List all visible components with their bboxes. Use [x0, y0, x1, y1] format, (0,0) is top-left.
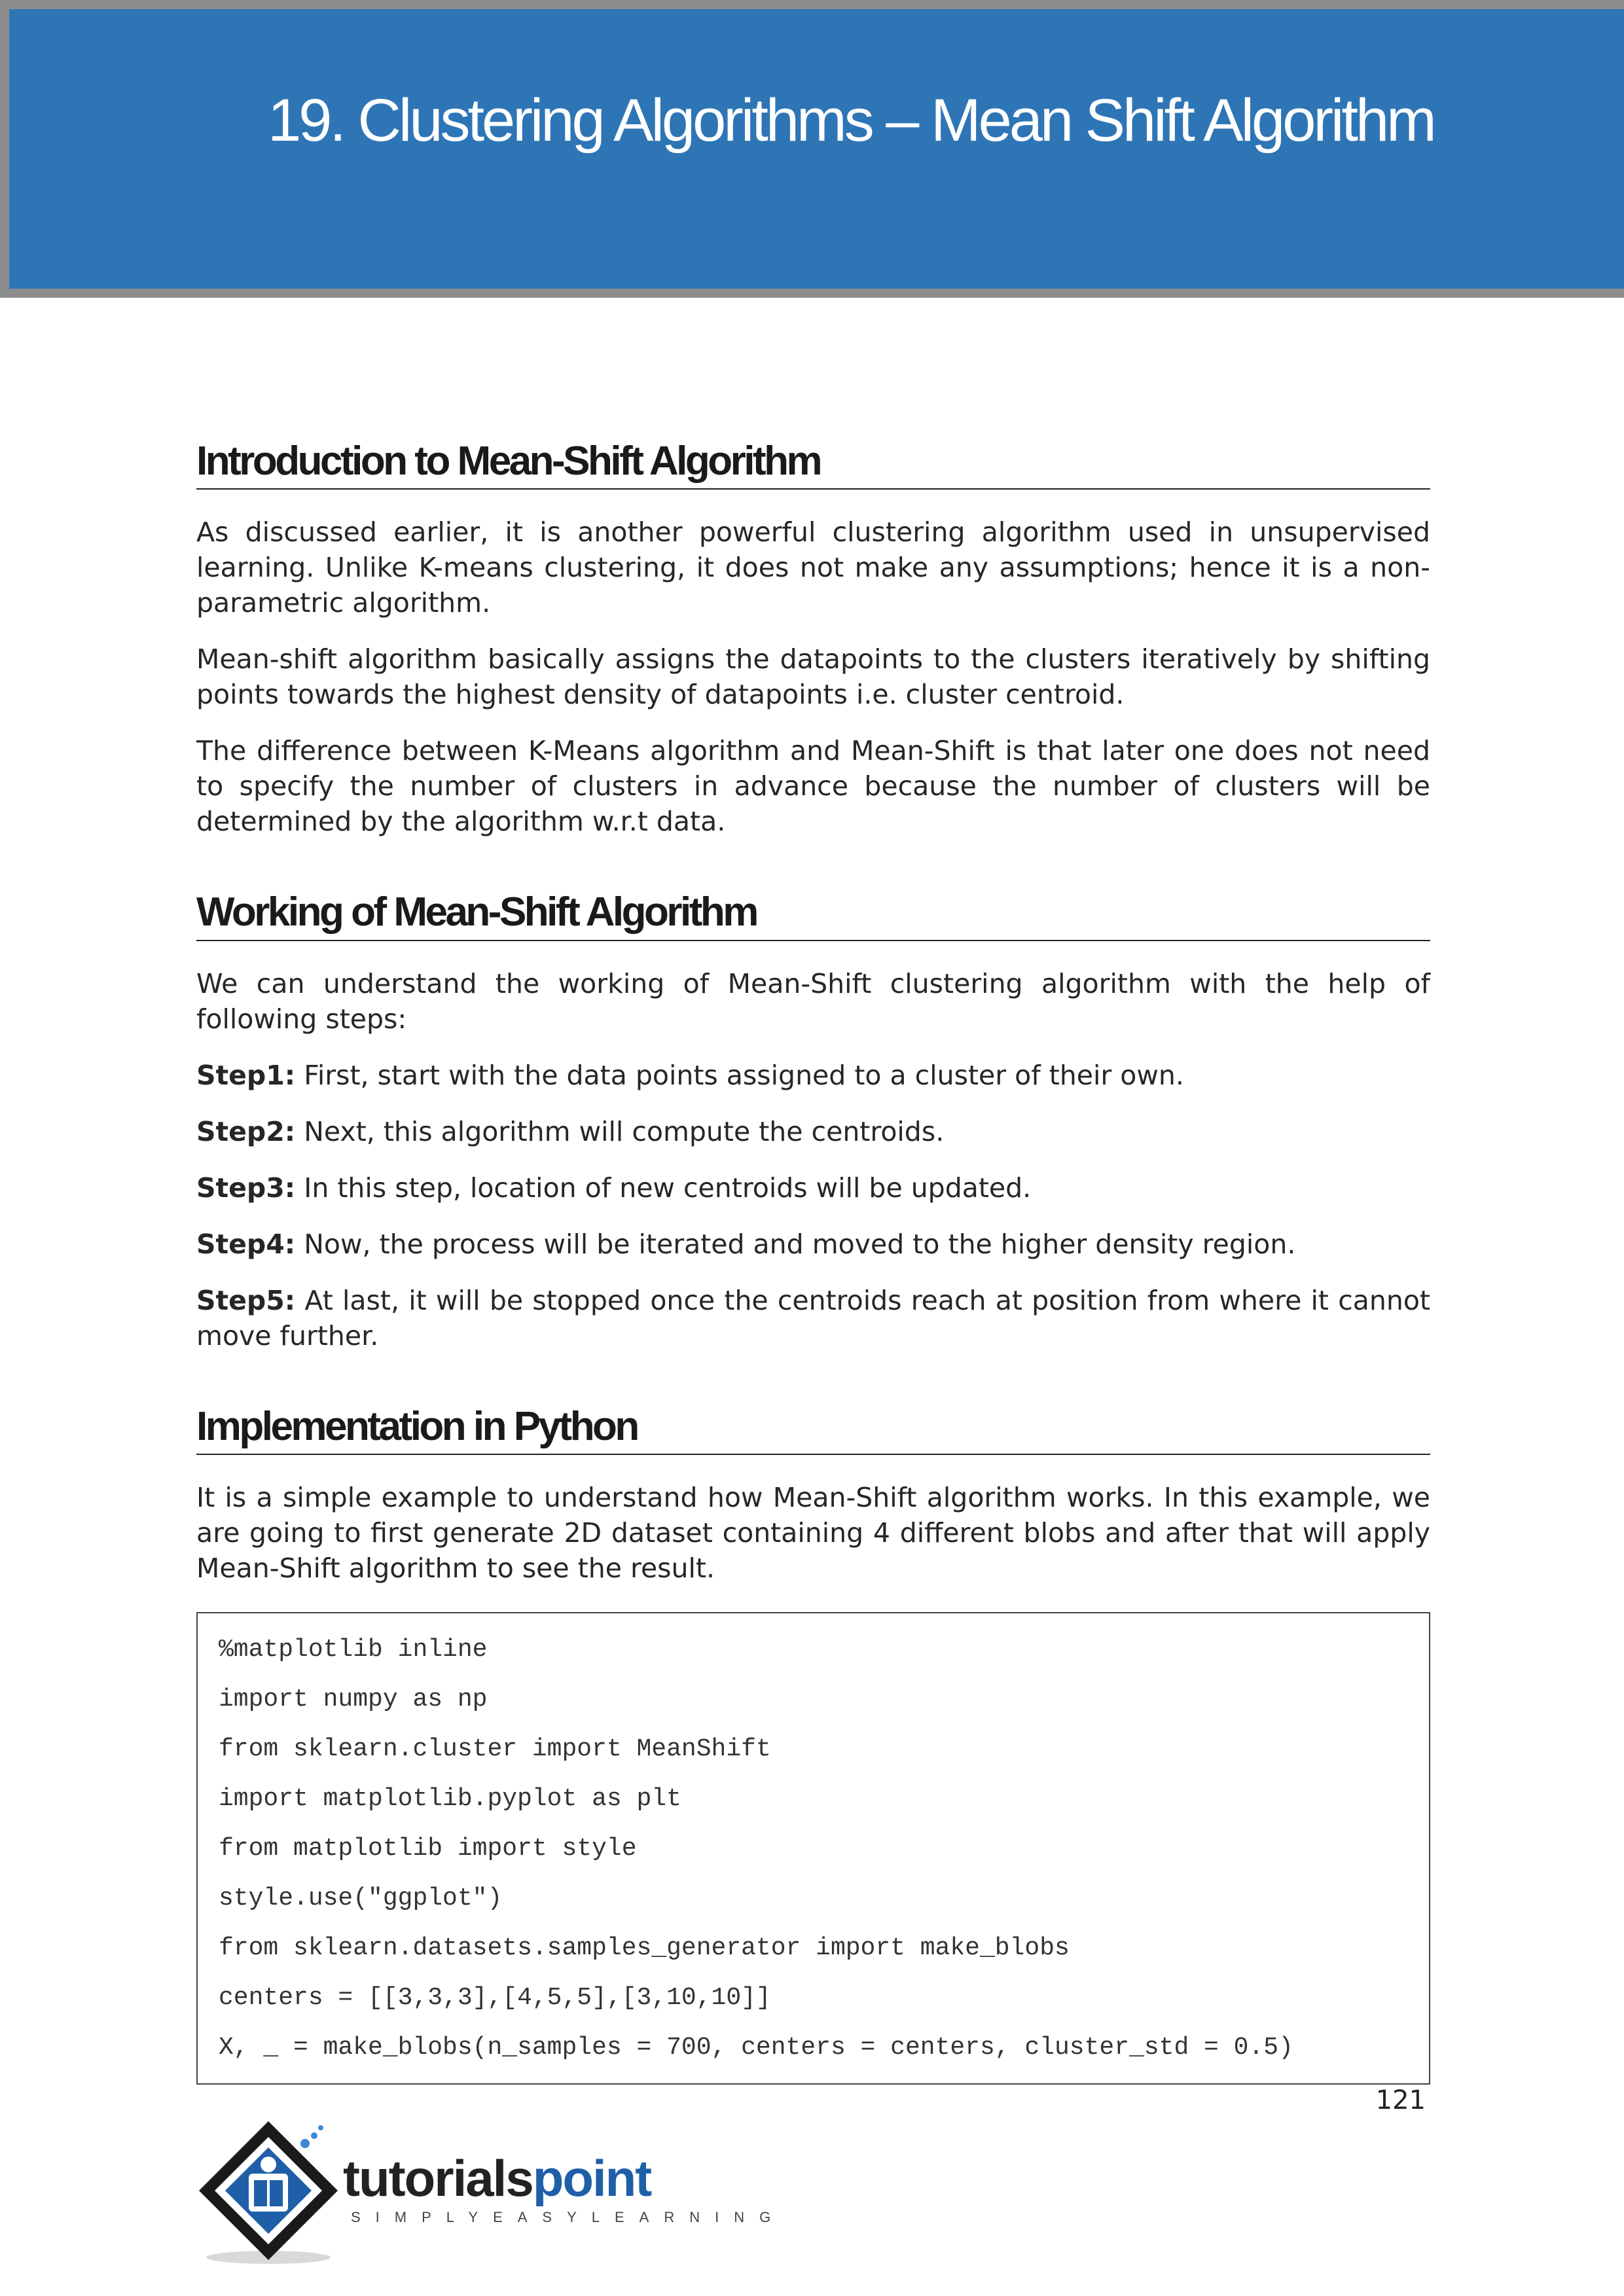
section-heading: Working of Mean-Shift Algorithm: [196, 888, 1430, 941]
code-line: %matplotlib inline: [219, 1636, 488, 1664]
page-content: Introduction to Mean-Shift Algorithm As …: [196, 437, 1430, 2085]
step-label: Step5:: [196, 1284, 296, 1316]
section-heading: Introduction to Mean-Shift Algorithm: [196, 437, 1430, 490]
tutorialspoint-logo: tutorialspoint SIMPLYEASYLEARNING: [195, 2117, 770, 2267]
page-number: 121: [1375, 2085, 1426, 2115]
step-text: In this step, location of new centroids …: [295, 1172, 1032, 1204]
step-label: Step1:: [196, 1059, 296, 1091]
logo-tagline: SIMPLYEASYLEARNING: [351, 2209, 786, 2225]
section-heading: Implementation in Python: [196, 1403, 1430, 1456]
step-item: Step2: Next, this algorithm will compute…: [196, 1114, 1430, 1149]
code-line: from sklearn.datasets.samples_generator …: [219, 1934, 1070, 1963]
paragraph: The difference between K-Means algorithm…: [196, 735, 1430, 838]
logo-wordmark: tutorialspoint: [343, 2149, 653, 2208]
paragraph: As discussed earlier, it is another powe…: [196, 516, 1430, 619]
paragraph: Mean-shift algorithm basically assigns t…: [196, 643, 1430, 711]
code-line: from matplotlib import style: [219, 1835, 637, 1863]
step-item: Step5: At last, it will be stopped once …: [196, 1283, 1430, 1354]
step-label: Step2:: [196, 1115, 296, 1147]
step-item: Step4: Now, the process will be iterated…: [196, 1227, 1430, 1262]
code-line: X, _ = make_blobs(n_samples = 700, cente…: [219, 2034, 1293, 2062]
step-text: Now, the process will be iterated and mo…: [295, 1228, 1296, 1260]
chapter-banner: 19. Clustering Algorithms – Mean Shift A…: [0, 0, 1624, 298]
code-line: style.use("ggplot"): [219, 1884, 503, 1913]
step-label: Step4:: [196, 1228, 296, 1260]
code-line: from sklearn.cluster import MeanShift: [219, 1735, 771, 1764]
section-implementation: Implementation in Python It is a simple …: [196, 1403, 1430, 2085]
step-text: At last, it will be stopped once the cen…: [196, 1284, 1430, 1352]
logo-word-point: point: [532, 2149, 653, 2207]
step-text: Next, this algorithm will compute the ce…: [295, 1115, 945, 1147]
step-item: Step3: In this step, location of new cen…: [196, 1170, 1430, 1206]
section-introduction: Introduction to Mean-Shift Algorithm As …: [196, 437, 1430, 839]
step-item: Step1: First, start with the data points…: [196, 1058, 1430, 1093]
code-line: import numpy as np: [219, 1685, 488, 1714]
chapter-title: 19. Clustering Algorithms – Mean Shift A…: [268, 87, 1437, 154]
code-block[interactable]: %matplotlib inline import numpy as np fr…: [196, 1612, 1430, 2085]
tutorialspoint-emblem-icon: [199, 2121, 338, 2264]
paragraph: We can understand the working of Mean-Sh…: [196, 967, 1430, 1035]
step-text: First, start with the data points assign…: [295, 1059, 1184, 1091]
step-label: Step3:: [196, 1172, 296, 1204]
paragraph: It is a simple example to understand how…: [196, 1482, 1430, 1585]
code-line: import matplotlib.pyplot as plt: [219, 1785, 681, 1814]
logo-word-tutorials: tutorials: [343, 2149, 534, 2207]
code-line: centers = [[3,3,3],[4,5,5],[3,10,10]]: [219, 1984, 771, 2013]
section-working: Working of Mean-Shift Algorithm We can u…: [196, 888, 1430, 1353]
